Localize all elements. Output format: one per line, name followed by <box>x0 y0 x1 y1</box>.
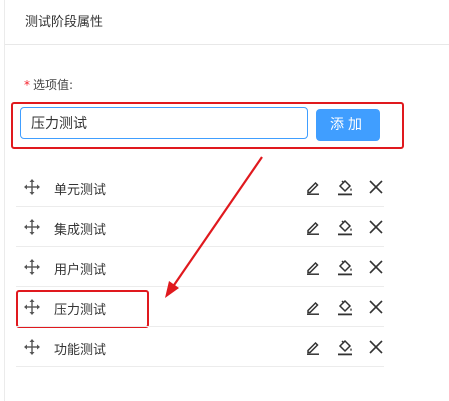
fill-bucket-icon[interactable] <box>336 218 354 236</box>
list-item-label: 压力测试 <box>54 303 107 318</box>
edit-pencil-icon[interactable] <box>305 259 321 275</box>
close-icon[interactable] <box>369 260 383 274</box>
fill-bucket-icon[interactable] <box>336 178 354 196</box>
fill-bucket-icon[interactable] <box>336 298 354 316</box>
required-mark: * <box>24 78 30 92</box>
option-value-label: * 选项值: <box>24 76 73 93</box>
drag-move-icon[interactable] <box>24 339 40 355</box>
edit-pencil-icon[interactable] <box>305 219 321 235</box>
drag-move-icon[interactable] <box>24 179 40 195</box>
edit-pencil-icon[interactable] <box>305 299 321 315</box>
list-item-label: 功能测试 <box>54 343 107 358</box>
close-icon[interactable] <box>369 180 383 194</box>
list-item-label: 集成测试 <box>54 223 107 238</box>
add-button[interactable]: 添加 <box>316 109 380 141</box>
title-divider <box>5 44 449 45</box>
fill-bucket-icon[interactable] <box>336 258 354 276</box>
list-item: 用户测试 <box>16 247 384 287</box>
edit-pencil-icon[interactable] <box>305 339 321 355</box>
drag-move-icon[interactable] <box>24 299 40 315</box>
drag-move-icon[interactable] <box>24 219 40 235</box>
panel-title: 测试阶段属性 <box>25 15 104 30</box>
list-item: 功能测试 <box>16 327 384 367</box>
list-item-label: 单元测试 <box>54 183 107 198</box>
close-icon[interactable] <box>369 220 383 234</box>
edit-pencil-icon[interactable] <box>305 179 321 195</box>
fill-bucket-icon[interactable] <box>336 338 354 356</box>
drag-move-icon[interactable] <box>24 259 40 275</box>
list-item-label: 用户测试 <box>54 263 107 278</box>
option-list: 单元测试 集成测试 用户测试 压力测试 功能测试 <box>16 167 384 367</box>
close-icon[interactable] <box>369 300 383 314</box>
option-value-input[interactable] <box>20 107 308 139</box>
option-value-label-text: 选项值: <box>33 78 74 92</box>
close-icon[interactable] <box>369 340 383 354</box>
list-item: 压力测试 <box>16 287 384 327</box>
list-item: 单元测试 <box>16 167 384 207</box>
list-item: 集成测试 <box>16 207 384 247</box>
